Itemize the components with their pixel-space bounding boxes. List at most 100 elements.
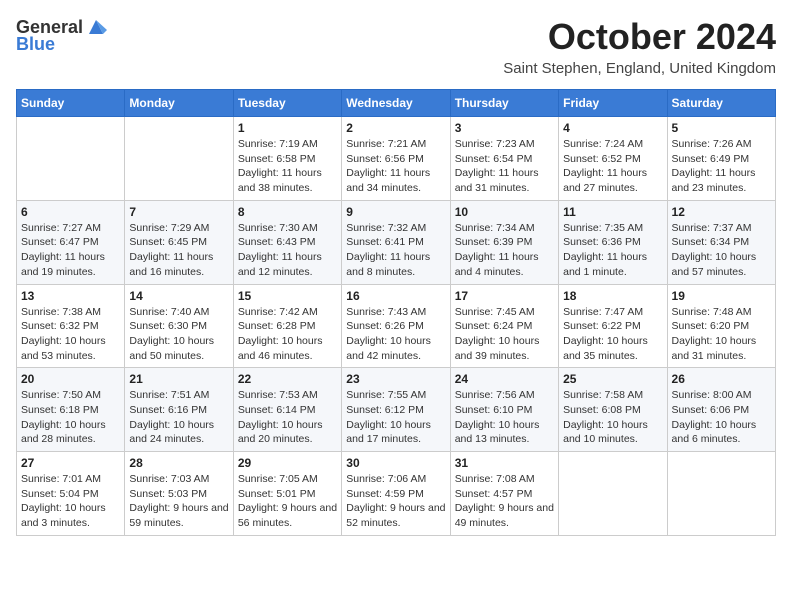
calendar-cell: 13 Sunrise: 7:38 AMSunset: 6:32 PMDayligh… (17, 284, 125, 368)
location: Saint Stephen, England, United Kingdom (503, 60, 776, 77)
day-detail: Sunrise: 7:29 AMSunset: 6:45 PMDaylight:… (129, 221, 228, 280)
day-number: 20 (21, 372, 120, 386)
day-number: 22 (238, 372, 337, 386)
calendar-header-saturday: Saturday (667, 90, 775, 117)
calendar-header-sunday: Sunday (17, 90, 125, 117)
calendar-cell: 3 Sunrise: 7:23 AMSunset: 6:54 PMDaylight… (450, 117, 558, 201)
calendar-header-tuesday: Tuesday (233, 90, 341, 117)
day-number: 9 (346, 205, 445, 219)
day-number: 31 (455, 456, 554, 470)
day-number: 1 (238, 121, 337, 135)
day-number: 10 (455, 205, 554, 219)
logo-icon (85, 16, 107, 38)
day-detail: Sunrise: 7:30 AMSunset: 6:43 PMDaylight:… (238, 221, 337, 280)
day-number: 21 (129, 372, 228, 386)
logo: General Blue (16, 16, 107, 55)
day-detail: Sunrise: 7:42 AMSunset: 6:28 PMDaylight:… (238, 305, 337, 364)
day-number: 8 (238, 205, 337, 219)
day-detail: Sunrise: 7:48 AMSunset: 6:20 PMDaylight:… (672, 305, 771, 364)
calendar-header-monday: Monday (125, 90, 233, 117)
day-detail: Sunrise: 7:58 AMSunset: 6:08 PMDaylight:… (563, 388, 662, 447)
calendar-cell: 21Sunrise: 7:51 AMSunset: 6:16 PMDayligh… (125, 368, 233, 452)
day-detail: Sunrise: 7:53 AMSunset: 6:14 PMDaylight:… (238, 388, 337, 447)
day-detail: Sunrise: 7:37 AMSunset: 6:34 PMDaylight:… (672, 221, 771, 280)
calendar-cell: 7 Sunrise: 7:29 AMSunset: 6:45 PMDaylight… (125, 200, 233, 284)
day-detail: Sunrise: 7:32 AMSunset: 6:41 PMDaylight:… (346, 221, 445, 280)
calendar-cell: 16 Sunrise: 7:43 AMSunset: 6:26 PMDayligh… (342, 284, 450, 368)
title-area: October 2024 Saint Stephen, England, Uni… (503, 16, 776, 77)
day-detail: Sunrise: 7:26 AMSunset: 6:49 PMDaylight:… (672, 137, 771, 196)
day-number: 26 (672, 372, 771, 386)
day-detail: Sunrise: 7:43 AMSunset: 6:26 PMDaylight:… (346, 305, 445, 364)
calendar-cell: 27 Sunrise: 7:01 AMSunset: 5:04 PMDayligh… (17, 452, 125, 536)
calendar-header-wednesday: Wednesday (342, 90, 450, 117)
calendar-cell: 2 Sunrise: 7:21 AMSunset: 6:56 PMDaylight… (342, 117, 450, 201)
day-number: 23 (346, 372, 445, 386)
day-detail: Sunrise: 7:19 AMSunset: 6:58 PMDaylight:… (238, 137, 337, 196)
calendar-cell: 24 Sunrise: 7:56 AMSunset: 6:10 PMDayligh… (450, 368, 558, 452)
day-detail: Sunrise: 7:40 AMSunset: 6:30 PMDaylight:… (129, 305, 228, 364)
day-number: 7 (129, 205, 228, 219)
day-number: 13 (21, 289, 120, 303)
day-detail: Sunrise: 7:05 AMSunset: 5:01 PMDaylight:… (238, 472, 337, 531)
day-number: 17 (455, 289, 554, 303)
calendar-header-row: SundayMondayTuesdayWednesdayThursdayFrid… (17, 90, 776, 117)
day-number: 18 (563, 289, 662, 303)
day-number: 2 (346, 121, 445, 135)
calendar-cell: 12Sunrise: 7:37 AMSunset: 6:34 PMDayligh… (667, 200, 775, 284)
day-detail: Sunrise: 7:03 AMSunset: 5:03 PMDaylight:… (129, 472, 228, 531)
day-detail: Sunrise: 7:27 AMSunset: 6:47 PMDaylight:… (21, 221, 120, 280)
day-number: 25 (563, 372, 662, 386)
calendar-cell (125, 117, 233, 201)
calendar-cell: 10Sunrise: 7:34 AMSunset: 6:39 PMDayligh… (450, 200, 558, 284)
day-number: 29 (238, 456, 337, 470)
day-number: 5 (672, 121, 771, 135)
day-detail: Sunrise: 7:24 AMSunset: 6:52 PMDaylight:… (563, 137, 662, 196)
day-number: 24 (455, 372, 554, 386)
day-number: 28 (129, 456, 228, 470)
calendar-cell: 23Sunrise: 7:55 AMSunset: 6:12 PMDayligh… (342, 368, 450, 452)
day-detail: Sunrise: 7:35 AMSunset: 6:36 PMDaylight:… (563, 221, 662, 280)
day-detail: Sunrise: 7:21 AMSunset: 6:56 PMDaylight:… (346, 137, 445, 196)
calendar-cell: 19 Sunrise: 7:48 AMSunset: 6:20 PMDayligh… (667, 284, 775, 368)
day-detail: Sunrise: 7:45 AMSunset: 6:24 PMDaylight:… (455, 305, 554, 364)
day-detail: Sunrise: 7:50 AMSunset: 6:18 PMDaylight:… (21, 388, 120, 447)
calendar-cell: 17 Sunrise: 7:45 AMSunset: 6:24 PMDayligh… (450, 284, 558, 368)
day-number: 16 (346, 289, 445, 303)
calendar-week-row: 1 Sunrise: 7:19 AMSunset: 6:58 PMDaylight… (17, 117, 776, 201)
day-number: 6 (21, 205, 120, 219)
day-number: 4 (563, 121, 662, 135)
logo-blue-text: Blue (16, 34, 55, 55)
day-detail: Sunrise: 7:01 AMSunset: 5:04 PMDaylight:… (21, 472, 120, 531)
calendar: SundayMondayTuesdayWednesdayThursdayFrid… (16, 89, 776, 536)
day-number: 19 (672, 289, 771, 303)
day-number: 27 (21, 456, 120, 470)
calendar-cell: 31Sunrise: 7:08 AMSunset: 4:57 PMDayligh… (450, 452, 558, 536)
calendar-cell: 30 Sunrise: 7:06 AMSunset: 4:59 PMDayligh… (342, 452, 450, 536)
calendar-week-row: 6 Sunrise: 7:27 AMSunset: 6:47 PMDaylight… (17, 200, 776, 284)
calendar-cell (667, 452, 775, 536)
day-detail: Sunrise: 7:23 AMSunset: 6:54 PMDaylight:… (455, 137, 554, 196)
calendar-cell: 4 Sunrise: 7:24 AMSunset: 6:52 PMDaylight… (559, 117, 667, 201)
calendar-cell: 11Sunrise: 7:35 AMSunset: 6:36 PMDayligh… (559, 200, 667, 284)
day-detail: Sunrise: 7:06 AMSunset: 4:59 PMDaylight:… (346, 472, 445, 531)
calendar-header-thursday: Thursday (450, 90, 558, 117)
header: General Blue October 2024 Saint Stephen,… (16, 16, 776, 77)
day-detail: Sunrise: 7:47 AMSunset: 6:22 PMDaylight:… (563, 305, 662, 364)
day-number: 30 (346, 456, 445, 470)
calendar-cell: 18 Sunrise: 7:47 AMSunset: 6:22 PMDayligh… (559, 284, 667, 368)
calendar-cell: 22 Sunrise: 7:53 AMSunset: 6:14 PMDayligh… (233, 368, 341, 452)
calendar-cell: 26Sunrise: 8:00 AMSunset: 6:06 PMDayligh… (667, 368, 775, 452)
calendar-week-row: 20 Sunrise: 7:50 AMSunset: 6:18 PMDayligh… (17, 368, 776, 452)
month-title: October 2024 (503, 16, 776, 58)
calendar-week-row: 13 Sunrise: 7:38 AMSunset: 6:32 PMDayligh… (17, 284, 776, 368)
calendar-cell: 1 Sunrise: 7:19 AMSunset: 6:58 PMDaylight… (233, 117, 341, 201)
calendar-cell (17, 117, 125, 201)
calendar-cell: 5 Sunrise: 7:26 AMSunset: 6:49 PMDaylight… (667, 117, 775, 201)
calendar-cell: 14Sunrise: 7:40 AMSunset: 6:30 PMDayligh… (125, 284, 233, 368)
day-number: 3 (455, 121, 554, 135)
day-detail: Sunrise: 7:38 AMSunset: 6:32 PMDaylight:… (21, 305, 120, 364)
calendar-cell: 15Sunrise: 7:42 AMSunset: 6:28 PMDayligh… (233, 284, 341, 368)
day-detail: Sunrise: 7:56 AMSunset: 6:10 PMDaylight:… (455, 388, 554, 447)
calendar-cell: 29 Sunrise: 7:05 AMSunset: 5:01 PMDayligh… (233, 452, 341, 536)
